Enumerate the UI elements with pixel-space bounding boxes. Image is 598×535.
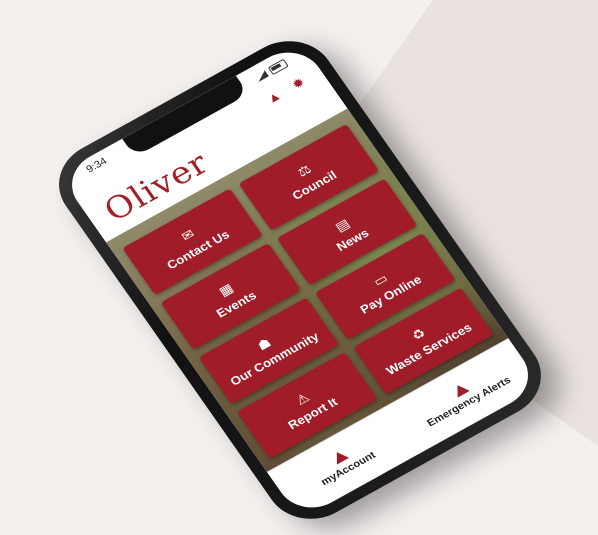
tile-label: Pay Online bbox=[357, 272, 424, 316]
signal-icon bbox=[254, 70, 269, 82]
people-icon: ☗ bbox=[254, 334, 274, 353]
tile-label: Council bbox=[289, 167, 339, 203]
envelope-icon: ✉ bbox=[178, 225, 197, 244]
phone-mockup: 9:34 Oliver ▲ ✹ ✉ Contact Us ⚖ Council ▦… bbox=[0, 0, 598, 535]
tile-label: Contact Us bbox=[163, 227, 232, 272]
credit-card-icon: ▭ bbox=[370, 269, 391, 289]
newspaper-icon: ▤ bbox=[331, 215, 353, 234]
gavel-icon: ⚖ bbox=[294, 160, 314, 180]
report-icon: ⚠ bbox=[292, 389, 312, 408]
tile-label: Report It bbox=[285, 394, 340, 432]
gear-icon[interactable]: ✹ bbox=[287, 73, 309, 93]
recycle-icon: ♻ bbox=[408, 324, 429, 343]
alert-icon[interactable]: ▲ bbox=[262, 87, 284, 107]
calendar-icon: ▦ bbox=[215, 279, 236, 299]
phone: 9:34 Oliver ▲ ✹ ✉ Contact Us ⚖ Council ▦… bbox=[41, 25, 559, 535]
